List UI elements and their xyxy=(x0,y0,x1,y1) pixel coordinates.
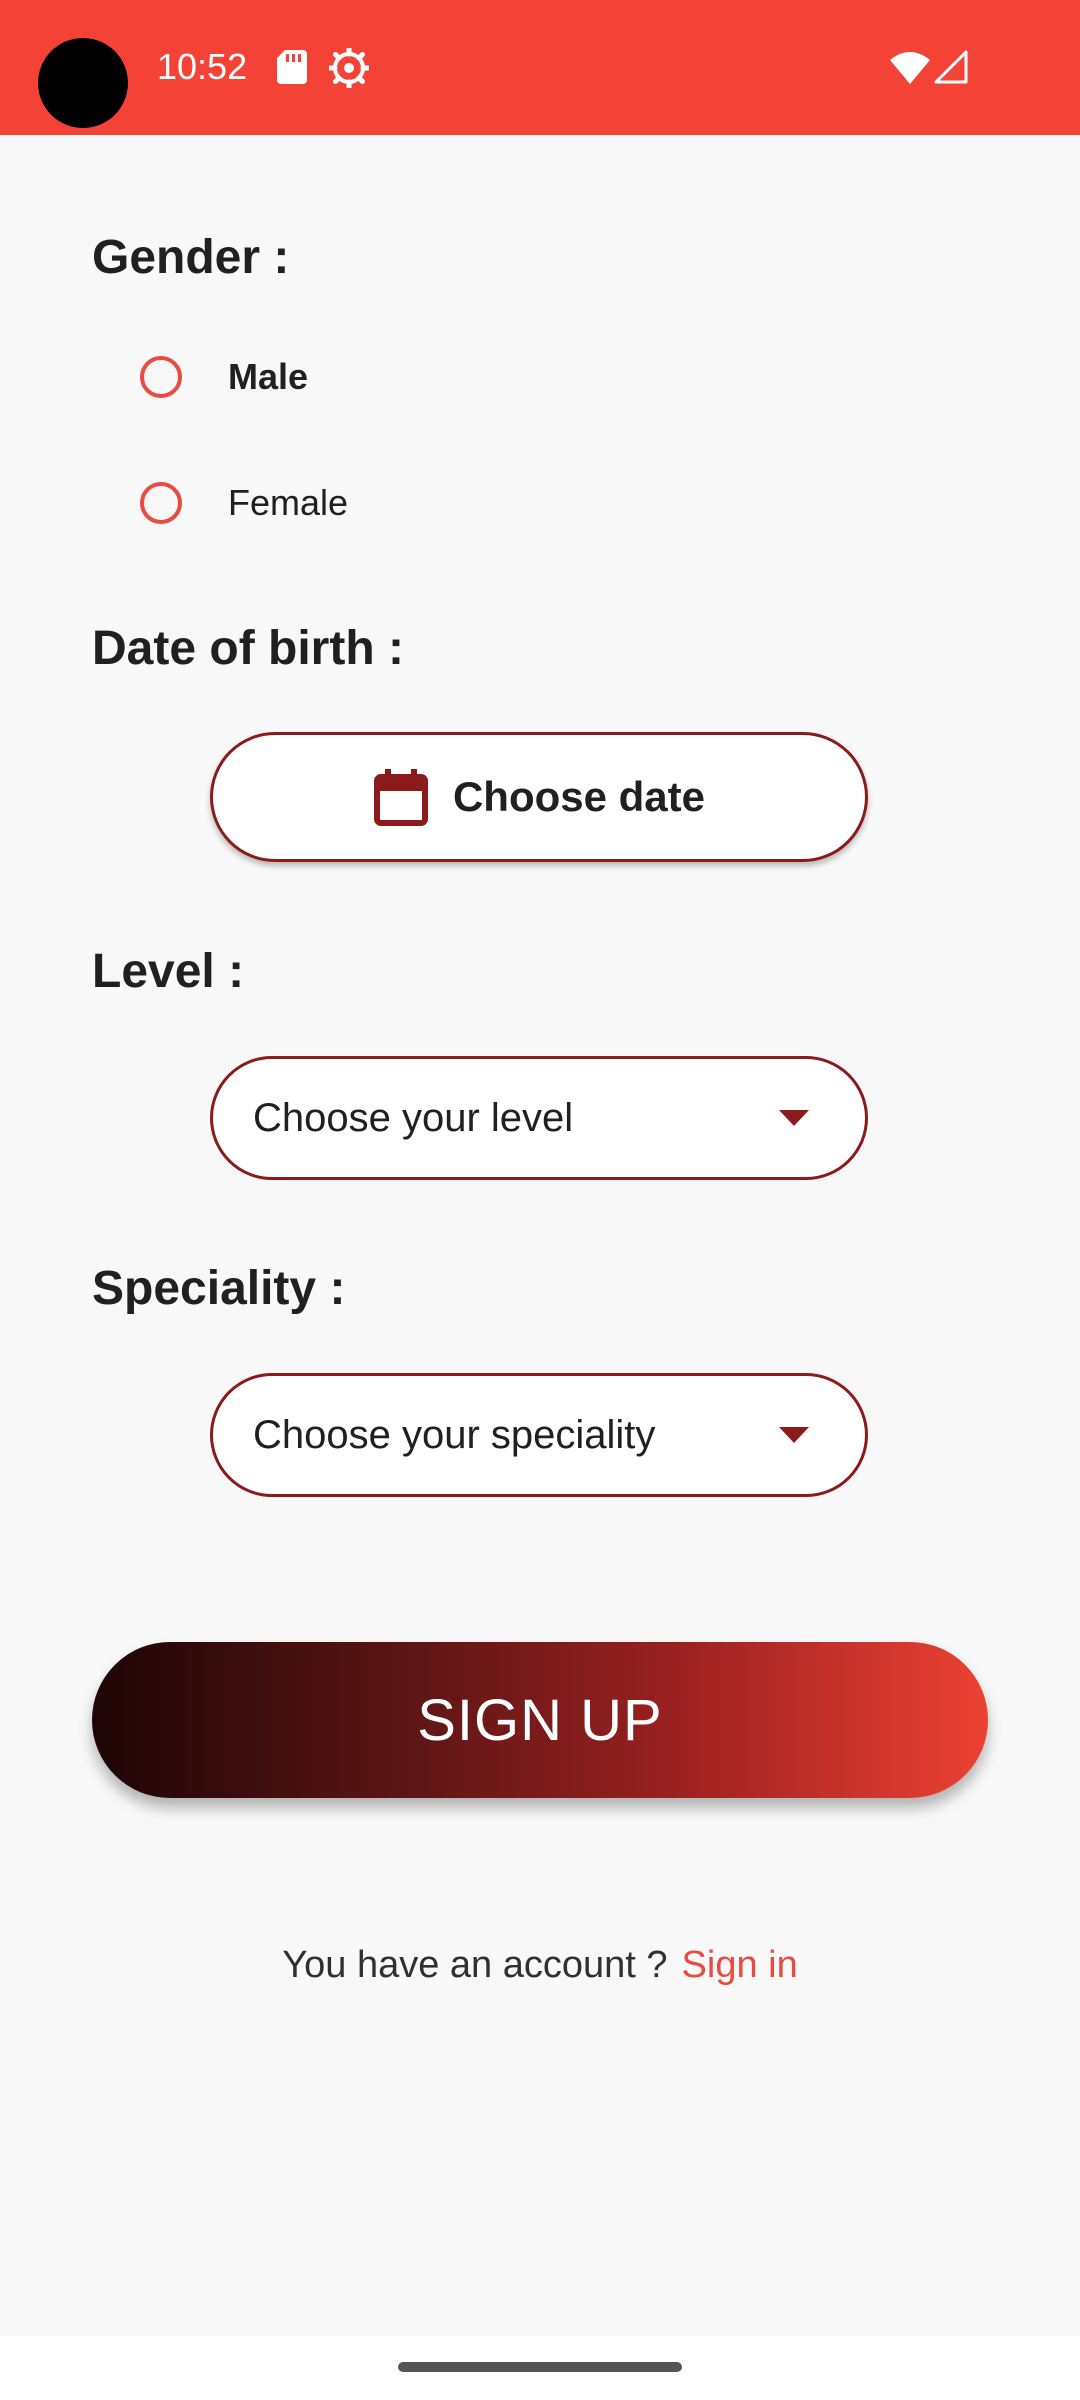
sd-card-icon xyxy=(277,50,307,84)
account-prompt-row: You have an account ? Sign in xyxy=(0,1940,1080,1990)
caret-down-icon xyxy=(779,1110,809,1126)
signal-icon xyxy=(934,50,968,84)
home-indicator[interactable] xyxy=(398,2362,682,2372)
account-prompt-text: You have an account ? xyxy=(282,1944,668,1986)
radio-label-male: Male xyxy=(228,356,309,397)
wifi-icon xyxy=(890,52,930,84)
calendar-icon xyxy=(373,769,428,826)
sign-up-button[interactable]: SIGN UP xyxy=(92,1642,988,1798)
radio-button-female[interactable] xyxy=(140,482,182,524)
status-time: 10:52 xyxy=(157,46,248,87)
speciality-dropdown-text: Choose your speciality xyxy=(253,1412,656,1457)
gender-option-male[interactable]: Male xyxy=(140,341,640,413)
radio-button-male[interactable] xyxy=(140,356,182,398)
sign-up-label: SIGN UP xyxy=(417,1687,663,1753)
settings-icon xyxy=(329,48,369,88)
level-heading: Level : xyxy=(92,945,245,998)
level-dropdown[interactable]: Choose your level xyxy=(210,1056,868,1180)
gender-heading: Gender : xyxy=(92,231,290,284)
gender-option-female[interactable]: Female xyxy=(140,467,640,539)
camera-cutout xyxy=(38,38,128,128)
radio-label-female: Female xyxy=(228,482,349,523)
status-bar: 10:52 xyxy=(0,0,1080,135)
speciality-dropdown[interactable]: Choose your speciality xyxy=(210,1373,868,1497)
level-dropdown-text: Choose your level xyxy=(253,1095,574,1140)
date-of-birth-heading: Date of birth : xyxy=(92,622,404,675)
choose-date-button[interactable]: Choose date xyxy=(210,732,868,862)
sign-in-link[interactable]: Sign in xyxy=(682,1944,798,1986)
speciality-heading: Speciality : xyxy=(92,1262,346,1315)
choose-date-label: Choose date xyxy=(452,773,706,820)
caret-down-icon xyxy=(779,1427,809,1443)
